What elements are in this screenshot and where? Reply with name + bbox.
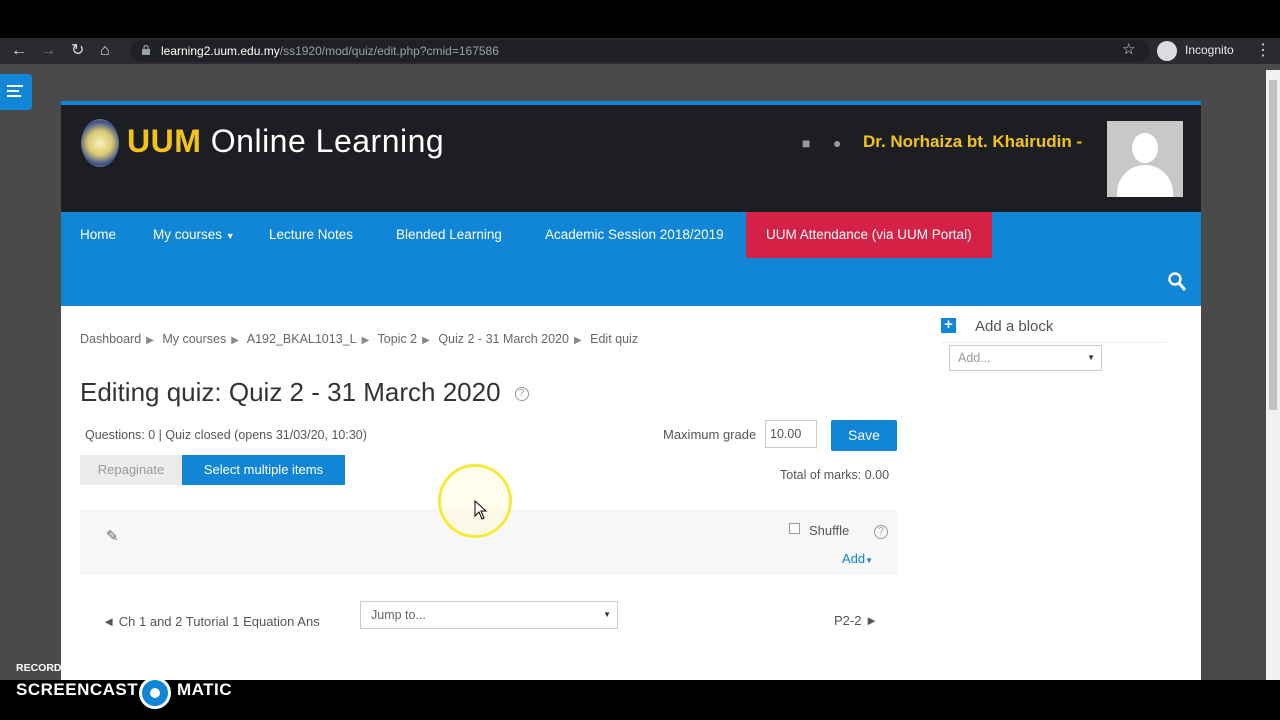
incognito-icon[interactable] <box>1157 41 1177 61</box>
jump-to-value: Jump to... <box>371 608 426 622</box>
select-multiple-button[interactable]: Select multiple items <box>182 455 345 485</box>
address-bar[interactable]: learning2.uum.edu.my/ss1920/mod/quiz/edi… <box>130 40 1150 62</box>
next-activity-link[interactable]: P2-2 ► <box>834 613 878 628</box>
plus-icon: + <box>941 317 956 333</box>
browser-menu-icon[interactable]: ⋮ <box>1255 40 1271 60</box>
home-icon[interactable]: ⌂ <box>100 41 110 61</box>
watermark-matic: MATIC <box>177 680 233 699</box>
incognito-label: Incognito <box>1185 43 1234 57</box>
shuffle-label: Shuffle <box>809 523 850 538</box>
screencast-logo-dot <box>150 688 160 698</box>
total-marks: Total of marks: 0.00 <box>780 468 890 482</box>
add-block-title: Add a block <box>975 318 1054 335</box>
url-path: /ss1920/mod/quiz/edit.php?cmid=167586 <box>279 44 499 58</box>
scrollbar-thumb[interactable] <box>1269 80 1277 410</box>
url-text: learning2.uum.edu.my/ss1920/mod/quiz/edi… <box>161 44 499 58</box>
prev-activity-link[interactable]: ◄ Ch 1 and 2 Tutorial 1 Equation Ans <box>101 612 321 631</box>
select-arrow-icon: ▼ <box>1087 353 1095 362</box>
quiz-editor: Questions: 0 | Quiz closed (opens 31/03/… <box>61 64 1201 680</box>
screencast-logo-icon <box>139 677 171 709</box>
drawer-line <box>7 90 19 92</box>
save-button[interactable]: Save <box>831 420 897 451</box>
add-label: Add <box>842 551 866 566</box>
mouse-cursor-icon <box>474 500 488 520</box>
divider <box>941 342 1167 343</box>
add-menu[interactable]: Add▼ <box>842 551 873 566</box>
repaginate-button[interactable]: Repaginate <box>80 455 182 485</box>
reload-icon[interactable]: ↻ <box>71 41 84 61</box>
drawer-line <box>7 95 21 97</box>
add-block-panel: + Add a block Add... ▼ <box>928 299 1182 419</box>
video-letterbox-top <box>0 0 1280 38</box>
help-icon[interactable]: ? <box>874 525 888 539</box>
select-arrow-icon: ▼ <box>603 610 611 619</box>
max-grade-label: Maximum grade <box>663 427 757 442</box>
page-scrollbar[interactable] <box>1266 70 1280 680</box>
edit-pencil-icon[interactable]: ✎ <box>106 527 122 545</box>
browser-toolbar: ← → ↻ ⌂ learning2.uum.edu.my/ss1920/mod/… <box>0 38 1280 64</box>
lock-icon <box>142 45 150 55</box>
back-icon[interactable]: ← <box>11 41 27 61</box>
jump-to-select[interactable]: Jump to... ▼ <box>360 601 618 629</box>
caret-down-icon: ▼ <box>865 556 874 565</box>
max-grade-input[interactable] <box>765 420 817 448</box>
quiz-info: Questions: 0 | Quiz closed (opens 31/03/… <box>85 428 367 442</box>
watermark-recorded: RECORDED WITH <box>16 662 106 674</box>
bookmark-star-icon[interactable]: ☆ <box>1122 40 1135 58</box>
url-host: learning2.uum.edu.my <box>161 44 280 58</box>
add-block-value: Add... <box>958 351 991 365</box>
shuffle-checkbox[interactable] <box>789 523 800 534</box>
drawer-line <box>7 85 23 87</box>
add-block-select[interactable]: Add... ▼ <box>949 345 1102 371</box>
nav-drawer-button[interactable] <box>0 74 32 110</box>
watermark-screencast: SCREENCAST <box>16 680 139 699</box>
forward-icon[interactable]: → <box>40 41 56 61</box>
page-viewport: UUM Online Learning ■ ● Dr. Norhaiza bt.… <box>0 64 1280 680</box>
